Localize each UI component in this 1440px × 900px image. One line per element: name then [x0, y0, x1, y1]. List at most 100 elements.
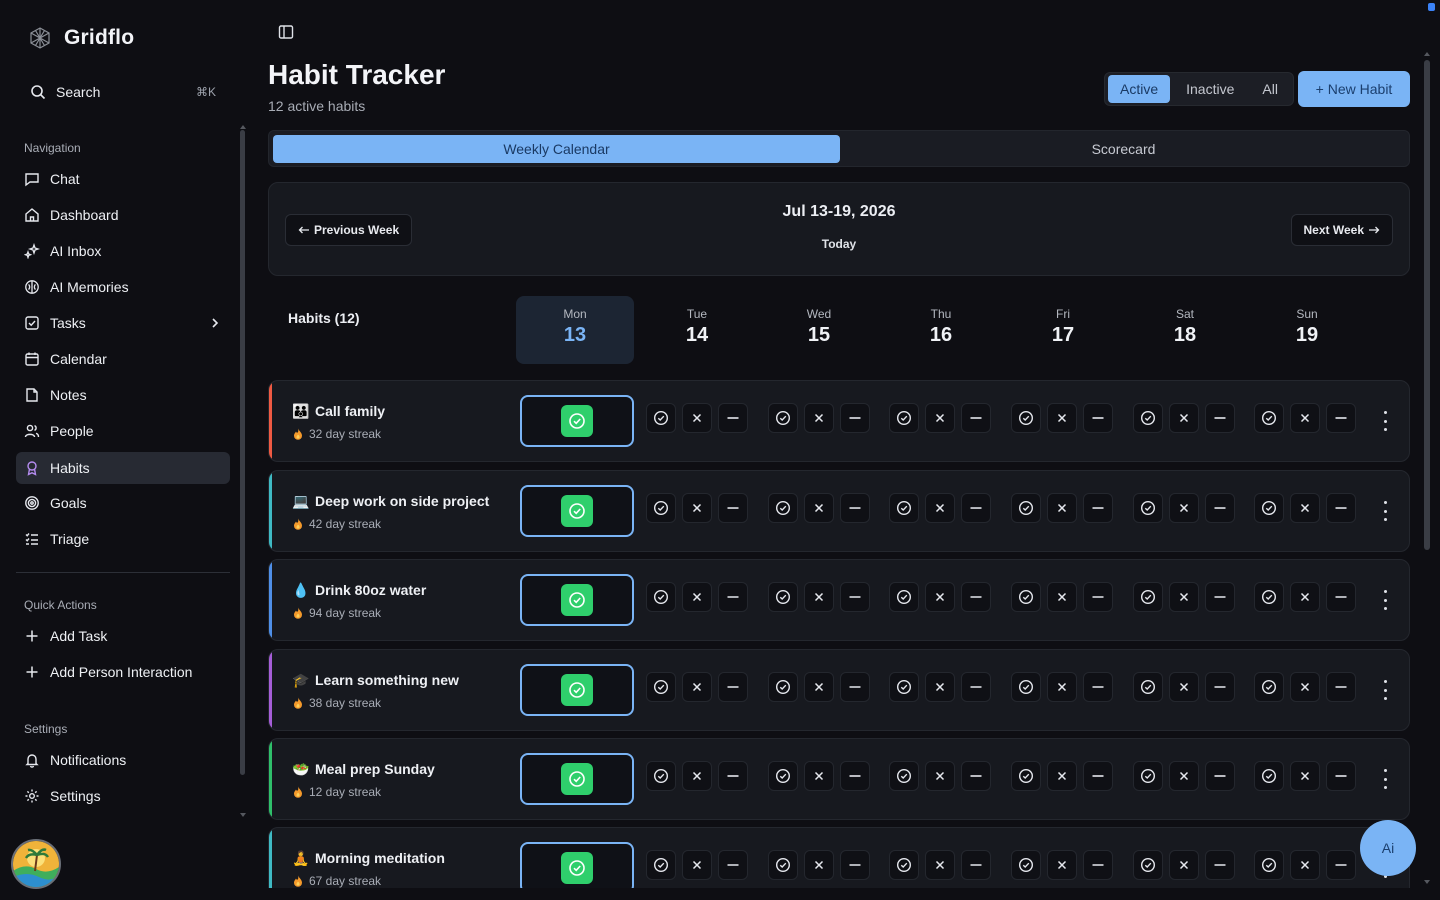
mark-done-button[interactable] — [768, 672, 798, 702]
completed-check-icon[interactable] — [561, 405, 593, 437]
completed-check-icon[interactable] — [561, 495, 593, 527]
filter-inactive-button[interactable]: Inactive — [1174, 75, 1246, 103]
mark-done-button[interactable] — [768, 582, 798, 612]
mark-none-button[interactable] — [840, 403, 870, 433]
more-vertical-icon[interactable] — [1380, 680, 1390, 700]
habit-title[interactable]: 💻 Deep work on side project — [292, 493, 489, 510]
mark-none-button[interactable] — [961, 403, 991, 433]
next-week-button[interactable]: Next Week — [1290, 214, 1393, 246]
sidebar-item-calendar[interactable]: Calendar — [16, 343, 230, 375]
tab-weekly-calendar[interactable]: Weekly Calendar — [273, 135, 840, 163]
mark-skipped-button[interactable] — [1290, 761, 1320, 791]
filter-all-button[interactable]: All — [1250, 75, 1290, 103]
mark-done-button[interactable] — [1254, 493, 1284, 523]
mark-done-button[interactable] — [1011, 403, 1041, 433]
mark-done-button[interactable] — [768, 850, 798, 880]
mark-none-button[interactable] — [718, 493, 748, 523]
habit-title[interactable]: 🧘 Morning meditation — [292, 850, 445, 867]
mark-done-button[interactable] — [1011, 850, 1041, 880]
sidebar-item-people[interactable]: People — [16, 415, 230, 447]
mark-none-button[interactable] — [961, 672, 991, 702]
sidebar-item-habits[interactable]: Habits — [16, 452, 230, 484]
mark-skipped-button[interactable] — [804, 761, 834, 791]
mark-skipped-button[interactable] — [1169, 493, 1199, 523]
mark-skipped-button[interactable] — [1047, 761, 1077, 791]
sidebar-item-ai-memories[interactable]: AI Memories — [16, 271, 230, 303]
mark-done-button[interactable] — [768, 403, 798, 433]
mark-skipped-button[interactable] — [682, 582, 712, 612]
today-status-cell[interactable] — [520, 664, 634, 716]
mark-skipped-button[interactable] — [804, 493, 834, 523]
mark-none-button[interactable] — [1083, 850, 1113, 880]
mark-none-button[interactable] — [1205, 403, 1235, 433]
mark-skipped-button[interactable] — [925, 582, 955, 612]
mark-done-button[interactable] — [1254, 850, 1284, 880]
sidebar-item-chat[interactable]: Chat — [16, 163, 230, 195]
mark-done-button[interactable] — [1011, 493, 1041, 523]
mark-none-button[interactable] — [718, 761, 748, 791]
mark-skipped-button[interactable] — [1169, 761, 1199, 791]
mark-done-button[interactable] — [646, 493, 676, 523]
sidebar-item-goals[interactable]: Goals — [16, 487, 230, 519]
mark-none-button[interactable] — [961, 582, 991, 612]
search-button[interactable]: Search ⌘K — [16, 76, 230, 108]
sidebar-item-settings[interactable]: Settings — [16, 780, 230, 812]
mark-none-button[interactable] — [1326, 582, 1356, 612]
mark-skipped-button[interactable] — [1290, 672, 1320, 702]
mark-skipped-button[interactable] — [925, 672, 955, 702]
mark-done-button[interactable] — [1133, 582, 1163, 612]
mark-skipped-button[interactable] — [925, 761, 955, 791]
habit-title[interactable]: 🎓 Learn something new — [292, 672, 459, 689]
mark-done-button[interactable] — [646, 672, 676, 702]
more-vertical-icon[interactable] — [1380, 769, 1390, 789]
add-task-button[interactable]: Add Task — [16, 620, 230, 652]
mark-skipped-button[interactable] — [1169, 582, 1199, 612]
mark-done-button[interactable] — [1254, 672, 1284, 702]
mark-none-button[interactable] — [1205, 672, 1235, 702]
mark-skipped-button[interactable] — [925, 403, 955, 433]
mark-skipped-button[interactable] — [1169, 850, 1199, 880]
mark-done-button[interactable] — [1011, 761, 1041, 791]
mark-skipped-button[interactable] — [1047, 493, 1077, 523]
mark-done-button[interactable] — [768, 493, 798, 523]
mark-skipped-button[interactable] — [1047, 850, 1077, 880]
completed-check-icon[interactable] — [561, 584, 593, 616]
mark-skipped-button[interactable] — [1290, 403, 1320, 433]
mark-skipped-button[interactable] — [1047, 403, 1077, 433]
mark-done-button[interactable] — [768, 761, 798, 791]
tab-scorecard[interactable]: Scorecard — [840, 135, 1407, 163]
mark-none-button[interactable] — [840, 850, 870, 880]
avatar[interactable] — [11, 839, 61, 889]
completed-check-icon[interactable] — [561, 852, 593, 884]
mark-skipped-button[interactable] — [1169, 672, 1199, 702]
sidebar-scroll-up[interactable] — [240, 125, 246, 129]
today-button[interactable]: Today — [269, 237, 1409, 251]
sidebar-item-notifications[interactable]: Notifications — [16, 744, 230, 776]
mark-none-button[interactable] — [840, 582, 870, 612]
mark-none-button[interactable] — [1205, 582, 1235, 612]
habit-title[interactable]: 👪 Call family — [292, 403, 385, 420]
mark-none-button[interactable] — [1326, 672, 1356, 702]
main-scroll-up[interactable] — [1424, 52, 1430, 56]
filter-active-button[interactable]: Active — [1108, 75, 1171, 103]
habit-title[interactable]: 🥗 Meal prep Sunday — [292, 761, 435, 778]
today-status-cell[interactable] — [520, 395, 634, 447]
mark-done-button[interactable] — [1133, 493, 1163, 523]
mark-done-button[interactable] — [646, 761, 676, 791]
mark-done-button[interactable] — [1011, 582, 1041, 612]
mark-done-button[interactable] — [1133, 761, 1163, 791]
mark-skipped-button[interactable] — [804, 850, 834, 880]
main-scroll-down[interactable] — [1424, 880, 1430, 884]
mark-done-button[interactable] — [889, 403, 919, 433]
mark-skipped-button[interactable] — [682, 403, 712, 433]
sidebar-item-triage[interactable]: Triage — [16, 523, 230, 555]
main-scrollbar[interactable] — [1424, 60, 1430, 550]
sidebar-item-tasks[interactable]: Tasks — [16, 307, 230, 339]
mark-none-button[interactable] — [718, 672, 748, 702]
mark-none-button[interactable] — [961, 850, 991, 880]
mark-skipped-button[interactable] — [804, 672, 834, 702]
mark-skipped-button[interactable] — [1047, 672, 1077, 702]
mark-none-button[interactable] — [1083, 672, 1113, 702]
habit-title[interactable]: 💧 Drink 80oz water — [292, 582, 426, 599]
more-vertical-icon[interactable] — [1380, 411, 1390, 431]
